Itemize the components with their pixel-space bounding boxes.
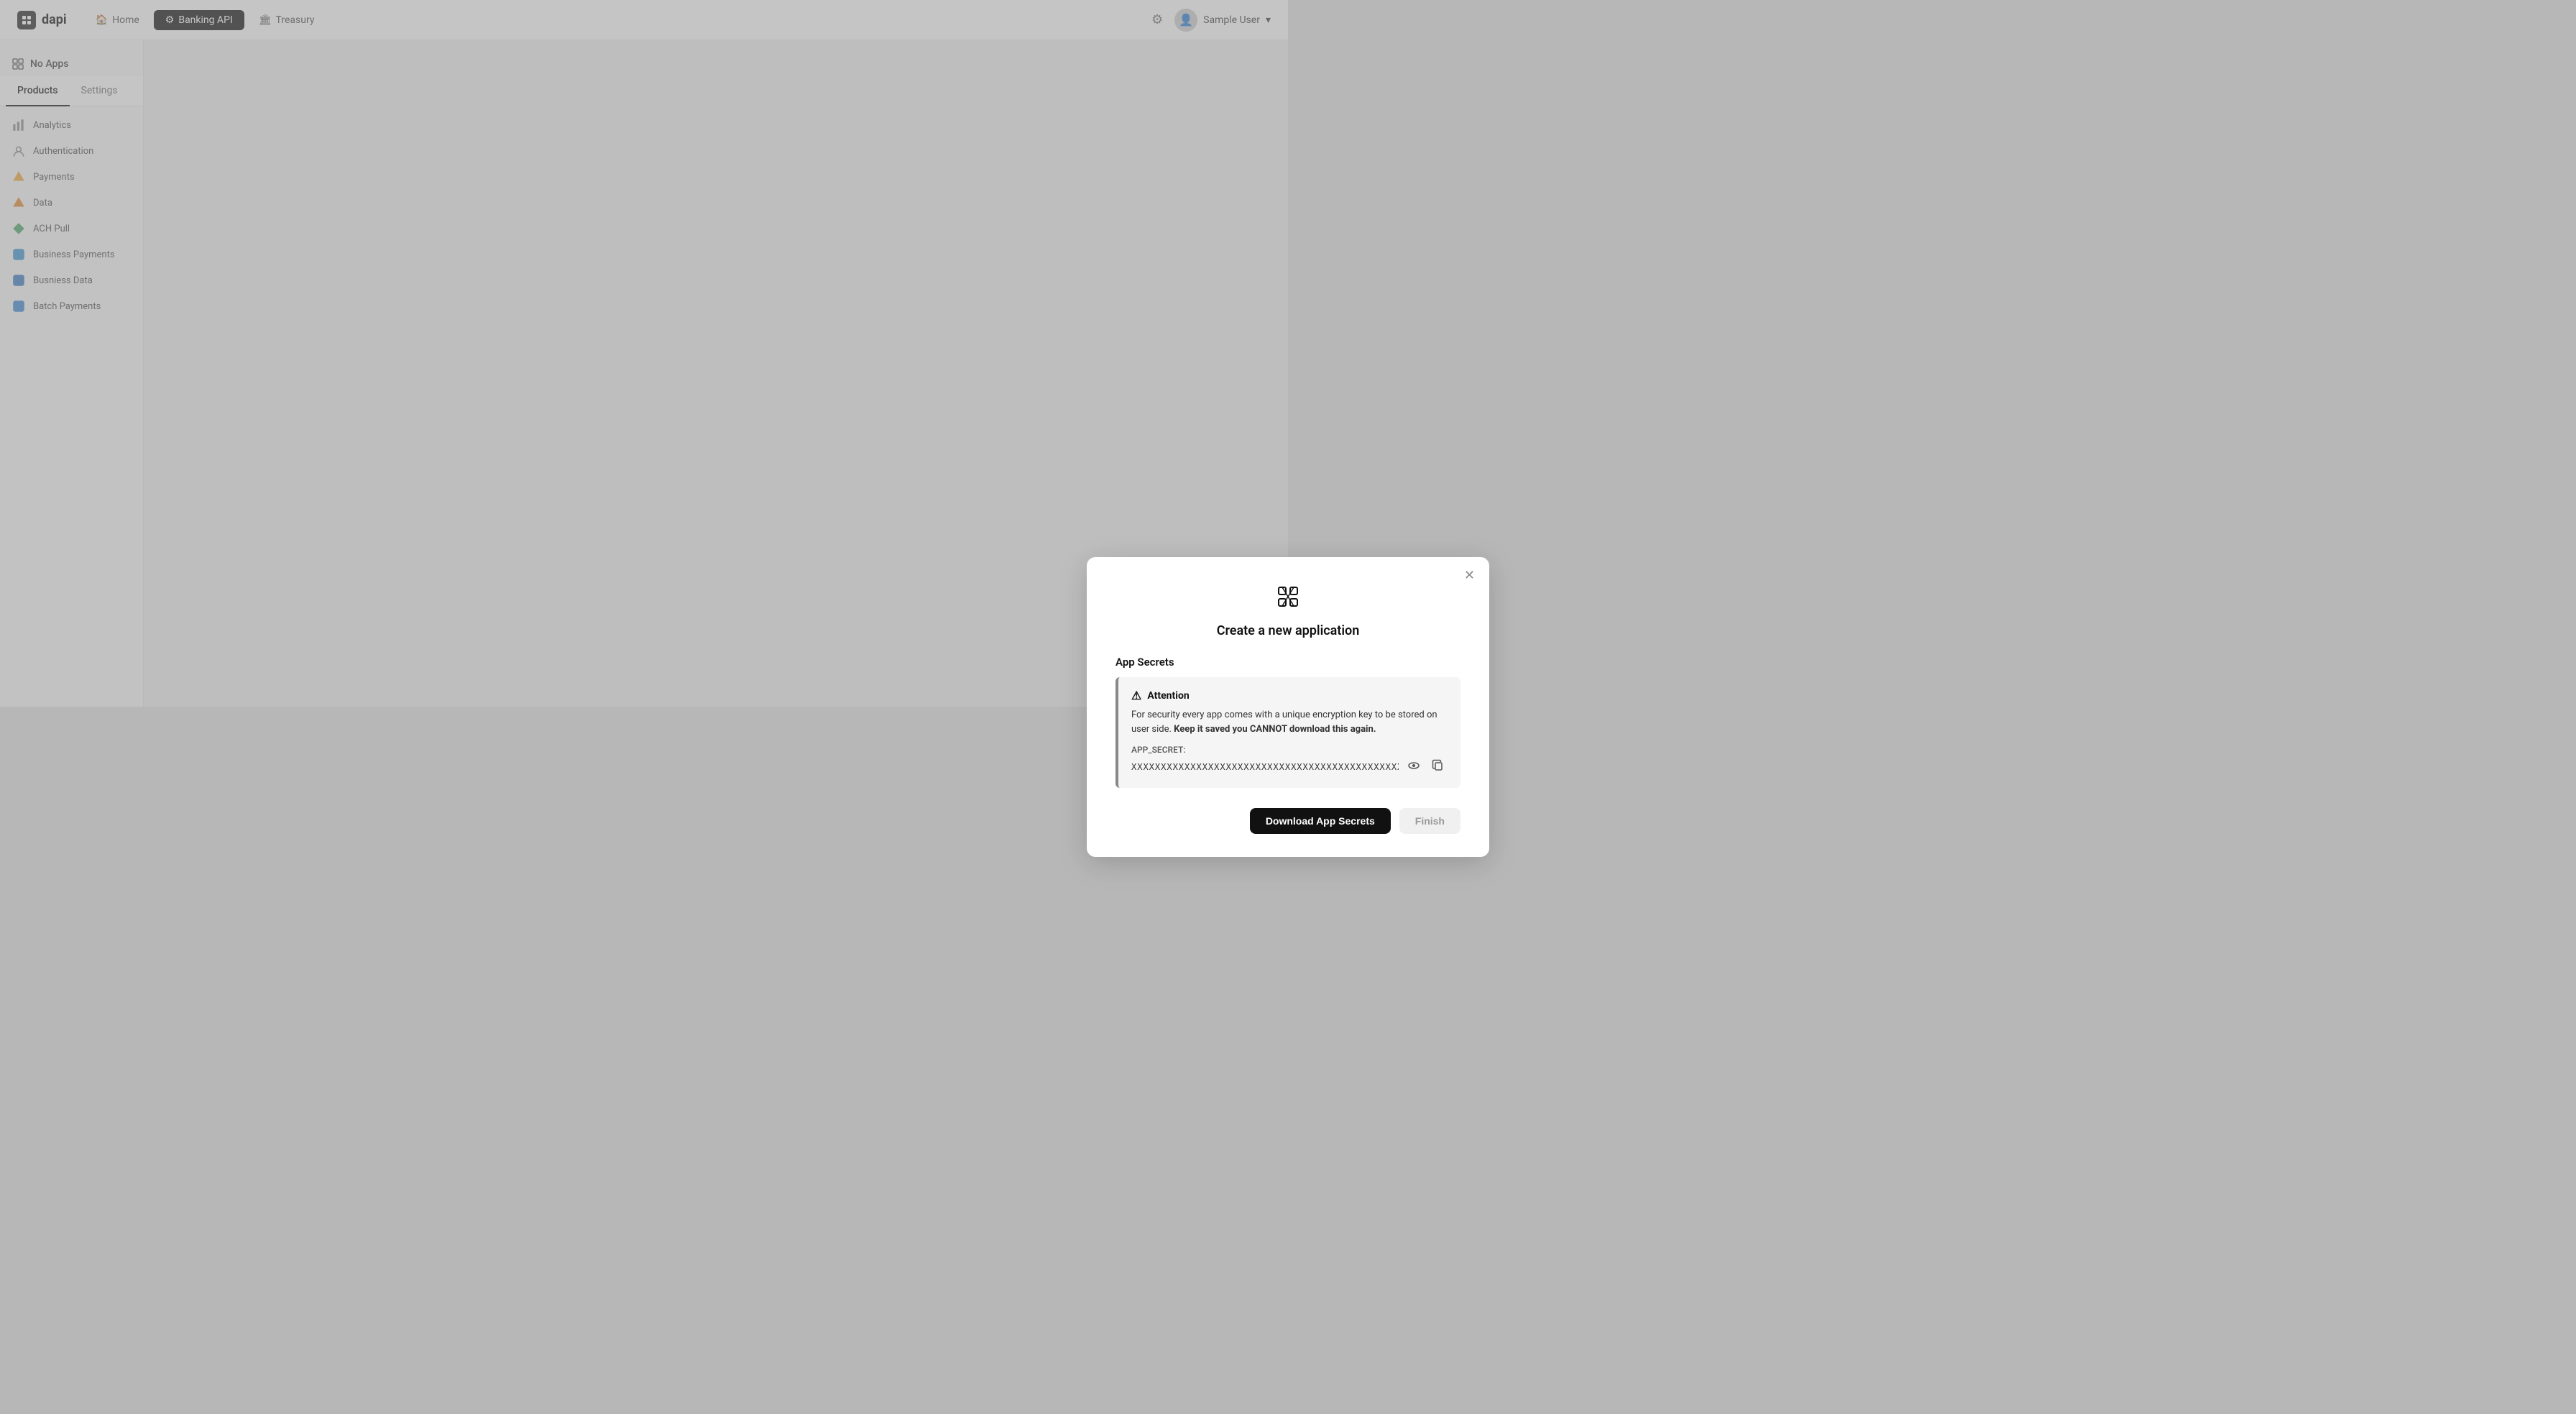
- eye-icon: [1407, 759, 1420, 772]
- attention-header: ⚠ Attention: [1131, 689, 1448, 702]
- secret-row: XXXXXXXXXXXXXXXXXXXXXXXXXXXXXXXXXXXXXXXX…: [1131, 758, 1448, 776]
- modal-title: Create a new application: [1116, 623, 1460, 638]
- reveal-secret-button[interactable]: [1404, 758, 1423, 776]
- modal-actions: Download App Secrets Finish: [1116, 808, 1460, 834]
- modal-overlay: ✕ Create a new application App Secrets ⚠…: [0, 0, 2576, 1414]
- attention-title: Attention: [1147, 690, 1189, 702]
- modal-close-button[interactable]: ✕: [1464, 569, 1475, 582]
- copy-secret-button[interactable]: [1429, 758, 1448, 776]
- attention-bold: Keep it saved you CANNOT download this a…: [1174, 724, 1376, 735]
- warning-icon: ⚠: [1131, 689, 1141, 702]
- secret-field-label: APP_SECRET:: [1131, 745, 1448, 755]
- attention-body: For security every app comes with a uniq…: [1131, 708, 1448, 736]
- copy-icon: [1432, 759, 1445, 772]
- attention-box: ⚠ Attention For security every app comes…: [1116, 677, 1460, 788]
- secret-value: XXXXXXXXXXXXXXXXXXXXXXXXXXXXXXXXXXXXXXXX…: [1131, 762, 1399, 772]
- finish-button[interactable]: Finish: [1399, 808, 1460, 834]
- modal: ✕ Create a new application App Secrets ⚠…: [1087, 557, 1489, 857]
- modal-icon: [1116, 583, 1460, 616]
- download-app-secrets-button[interactable]: Download App Secrets: [1250, 808, 1391, 834]
- app-secrets-heading: App Secrets: [1116, 656, 1460, 669]
